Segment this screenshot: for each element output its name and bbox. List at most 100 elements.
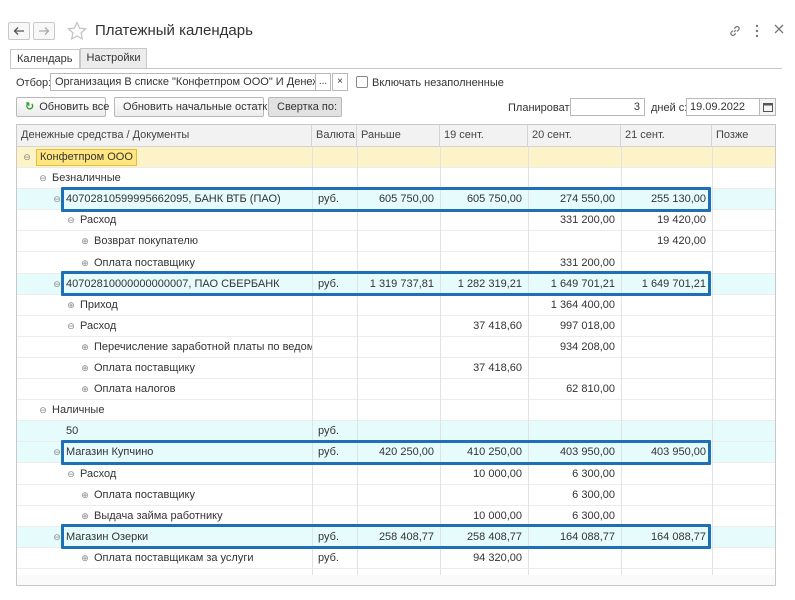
tab-bar: Календарь Настройки [10,48,148,69]
row-cell-earlier [357,316,440,337]
column-header-sep20[interactable]: 20 сент. [528,125,621,147]
row-cell-d19: 94 320,00 [473,551,522,564]
row-cell-currency [312,316,357,337]
row-cell-earlier [357,358,440,379]
row-cell-d19 [440,210,528,231]
row-cell-d21 [621,358,712,379]
row-cell-currency [312,210,357,231]
row-cell-d21: 19 420,00 [657,214,706,227]
title-bar: Платежный календарь [0,0,795,44]
column-header-sep19[interactable]: 19 сент. [440,125,528,147]
table-row[interactable]: ⊖ Безналичные [17,168,775,190]
collapse-icon[interactable]: ⊖ [37,168,49,189]
row-cell-d19 [440,168,528,189]
table-row[interactable]: ⊕ Возврат покупателю 19 420,00 [17,231,775,253]
plan-days-input[interactable]: 3 [570,98,645,116]
row-cell-d19 [440,337,528,358]
expand-icon[interactable]: ⊕ [79,358,91,379]
collapse-icon[interactable]: ⊖ [21,147,33,168]
highlight-frame-kupchino [61,440,711,465]
tab-settings[interactable]: Настройки [79,48,148,68]
table-header: Денежные средства / Документы Валюта Ран… [17,125,775,147]
table-row[interactable]: ⊖ Наличные [17,400,775,422]
forward-button[interactable] [33,22,55,40]
back-arrow-icon [13,27,24,35]
collapse-button[interactable]: Свертка по: [268,97,342,117]
row-cell-later [712,168,775,189]
row-cell-d21 [621,485,712,506]
row-name-label: Оплата поставщикам за услуги [94,551,254,564]
more-icon[interactable] [754,24,760,38]
expand-icon[interactable]: ⊕ [79,231,91,252]
column-header-later[interactable]: Позже [712,125,775,147]
table-row[interactable]: ⊕ Оплата поставщику 37 418,60 [17,358,775,379]
table-row[interactable]: ⊕ Оплата поставщику 6 300,00 [17,485,775,506]
link-icon[interactable] [728,24,742,38]
row-cell-d19 [440,231,528,252]
refresh-balances-button[interactable]: Обновить начальные остатки [114,97,273,117]
table-row[interactable]: ⊕ Приход 1 364 400,00 [17,295,775,316]
refresh-all-button[interactable]: ↻ Обновить все [16,97,109,117]
expand-icon[interactable]: ⊕ [65,295,77,316]
star-icon[interactable] [67,21,87,41]
collapse-icon[interactable]: ⊖ [65,316,77,337]
row-cell-earlier [357,400,440,421]
row-cell-d19 [440,485,528,506]
row-cell-d20: 6 300,00 [572,467,615,480]
column-header-currency[interactable]: Валюта [312,125,357,147]
table-row[interactable]: ⊖ Конфетпром ООО [17,147,775,168]
calendar-button[interactable] [759,98,776,116]
row-cell-d19: 10 000,00 [473,467,522,480]
back-button[interactable] [8,22,30,40]
tab-calendar[interactable]: Календарь [10,49,80,69]
expand-icon[interactable]: ⊕ [79,337,91,358]
column-divider [312,147,313,585]
row-cell-d19 [440,147,528,168]
horizontal-scrollbar[interactable] [17,575,775,585]
row-cell-earlier [357,485,440,506]
payment-calendar-table[interactable]: Денежные средства / Документы Валюта Ран… [16,124,776,586]
collapse-icon[interactable]: ⊖ [65,464,77,485]
column-header-sep21[interactable]: 21 сент. [621,125,712,147]
refresh-icon: ↻ [25,101,35,113]
close-icon[interactable] [774,24,784,34]
row-name-label: Оплата поставщику [94,488,195,501]
filter-clear-button[interactable]: × [332,73,348,91]
row-cell-later [712,464,775,485]
row-name-label: Расход [80,467,117,480]
row-name-label: Выдача займа работнику [94,509,223,522]
table-row[interactable]: ⊖ Расход 37 418,60 997 018,00 [17,316,775,337]
row-name-cell: ⊕ Оплата поставщикам за услуги [79,548,312,569]
page-title: Платежный календарь [95,22,253,39]
filter-select-button[interactable]: ... [315,73,331,91]
row-cell-currency [312,464,357,485]
table-row[interactable]: ⊕Перечисление заработной платы по ведомо… [17,337,775,358]
row-cell-later [712,231,775,252]
row-cell-later [712,379,775,400]
date-input[interactable]: 19.09.2022 [686,98,760,116]
row-cell-d20: 997 018,00 [559,319,615,332]
include-empty-checkbox[interactable] [356,76,368,88]
row-name-label: Приход [80,298,118,311]
plan-label: Планировать: [508,102,579,114]
column-header-earlier[interactable]: Раньше [357,125,440,147]
table-row[interactable]: ⊕ Оплата поставщикам за услуги руб. 94 320,… [17,548,775,569]
collapse-icon[interactable]: ⊖ [37,400,49,421]
table-row[interactable]: ⊖ Расход 10 000,00 6 300,00 [17,464,775,485]
row-name-label: Расход [80,214,117,227]
table-row[interactable]: ⊕ Оплата налогов 62 810,00 [17,379,775,401]
row-cell-earlier [357,548,440,569]
filter-field[interactable]: Организация В списке "Конфетпром ООО" И … [50,73,316,91]
row-name-cell: ⊕ Возврат покупателю [79,231,312,252]
collapse-icon[interactable]: ⊖ [65,210,77,231]
expand-icon[interactable]: ⊕ [79,548,91,569]
row-name-cell: ⊕Перечисление заработной платы по ведомо… [79,337,312,358]
expand-icon[interactable]: ⊕ [79,379,91,400]
row-cell-d21 [621,147,712,168]
column-header-documents[interactable]: Денежные средства / Документы [17,125,312,147]
row-cell-d20: 1 364 400,00 [550,298,615,311]
table-row[interactable]: ⊖ Расход 331 200,00 19 420,00 [17,210,775,232]
row-name-cell: ⊖ Расход [65,464,312,485]
expand-icon[interactable]: ⊕ [79,485,91,506]
row-cell-currency [312,231,357,252]
